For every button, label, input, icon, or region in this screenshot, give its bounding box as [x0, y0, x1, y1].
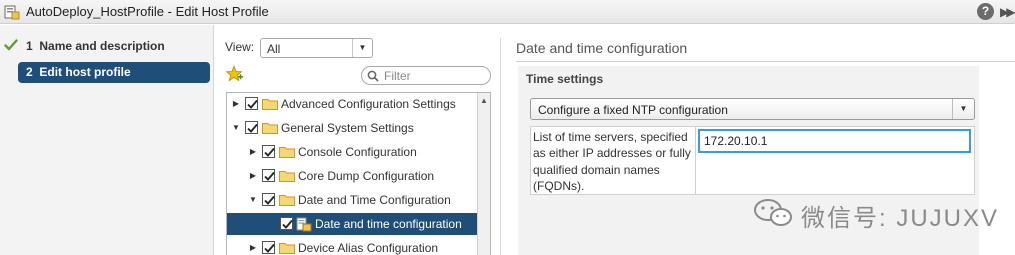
checkmark-icon: [264, 195, 275, 205]
tree-item-label: Date and time configuration: [315, 217, 462, 231]
collapse-arrow-icon[interactable]: ▼: [248, 195, 258, 205]
tree-item-device-alias-configuration[interactable]: ▶ Device Alias Configuration: [227, 237, 477, 255]
panel-divider[interactable]: [500, 38, 501, 255]
tree-item-label: Advanced Configuration Settings: [281, 97, 456, 111]
tree-item-checkbox[interactable]: [280, 217, 293, 230]
title-bar: AutoDeploy_HostProfile - Edit Host Profi…: [0, 0, 1015, 24]
tree-scrollbar[interactable]: ▲: [477, 93, 490, 255]
step-label: 1 Name and description: [26, 39, 165, 53]
tree-item-label: Core Dump Configuration: [298, 169, 435, 183]
chevron-down-icon: ▼: [352, 39, 372, 57]
watermark: 微信号: JUJUXV: [753, 196, 1015, 232]
folder-icon: [262, 99, 278, 110]
tree-item-checkbox[interactable]: [245, 121, 258, 134]
time-servers-label: List of time servers, specified as eithe…: [533, 130, 691, 193]
checkmark-icon: [4, 39, 18, 51]
ntp-mode-dropdown[interactable]: Configure a fixed NTP configuration ▼: [530, 98, 975, 120]
view-dropdown-value: All: [267, 42, 281, 56]
tree-item-label: Date and Time Configuration: [298, 193, 451, 207]
tree-item-label: Console Configuration: [298, 145, 417, 159]
folder-open-icon: [279, 195, 295, 206]
view-dropdown[interactable]: All ▼: [260, 38, 373, 58]
expand-arrow-icon[interactable]: ▶: [248, 243, 258, 253]
tree-item-checkbox[interactable]: [262, 169, 275, 182]
checkmark-icon: [264, 171, 275, 181]
watermark-text: 微信号: JUJUXV: [801, 205, 1000, 232]
tree-item-label: General System Settings: [281, 121, 414, 135]
folder-icon: [279, 171, 295, 182]
ntp-mode-value: Configure a fixed NTP configuration: [538, 103, 728, 117]
tree-item-checkbox[interactable]: [262, 193, 275, 206]
host-profile-icon: [4, 5, 20, 20]
checkmark-icon: [264, 147, 275, 157]
tree-item-date-and-time-configuration-group[interactable]: ▼ Date and Time Configuration: [227, 189, 477, 211]
profile-tree: ▶ Advanced Configuration Settings ▼ Gene…: [226, 92, 491, 255]
group-title: Time settings: [526, 72, 604, 86]
filter-box[interactable]: [361, 66, 491, 85]
checkmark-icon: [264, 243, 275, 253]
folder-icon: [279, 147, 295, 158]
time-servers-label-cell: List of time servers, specified as eithe…: [530, 126, 696, 195]
help-icon[interactable]: ?: [977, 3, 994, 20]
expand-arrow-icon[interactable]: ▶: [231, 99, 241, 109]
folder-icon: [279, 243, 295, 254]
tree-item-console-configuration[interactable]: ▶ Console Configuration: [227, 141, 477, 163]
time-servers-input[interactable]: [698, 129, 971, 153]
scroll-up-arrow-icon[interactable]: ▲: [480, 96, 488, 105]
chevron-down-icon: ▼: [952, 99, 974, 119]
window-title: AutoDeploy_HostProfile - Edit Host Profi…: [26, 4, 269, 19]
wizard-steps: 1 Name and description 2 Edit host profi…: [0, 25, 214, 255]
tree-item-checkbox[interactable]: [245, 97, 258, 110]
tree-item-checkbox[interactable]: [262, 145, 275, 158]
tree-item-advanced-configuration-settings[interactable]: ▶ Advanced Configuration Settings: [227, 93, 477, 115]
collapse-arrow-icon[interactable]: ▼: [231, 123, 241, 133]
favorite-star-icon[interactable]: [226, 65, 244, 83]
tree-item-checkbox[interactable]: [262, 241, 275, 254]
tree-item-core-dump-configuration[interactable]: ▶ Core Dump Configuration: [227, 165, 477, 187]
checkmark-icon: [247, 123, 258, 133]
step-edit-host-profile[interactable]: 2 Edit host profile: [18, 62, 210, 83]
expand-arrow-icon[interactable]: ▶: [248, 171, 258, 181]
filter-input[interactable]: [384, 68, 484, 83]
expand-icon[interactable]: ▶▶: [1000, 5, 1015, 19]
tree-item-general-system-settings[interactable]: ▼ General System Settings: [227, 117, 477, 139]
step-name-and-description[interactable]: 1 Name and description: [0, 37, 214, 57]
step-label: 2 Edit host profile: [26, 65, 131, 79]
section-divider: [516, 61, 1015, 62]
tree-item-date-and-time-configuration[interactable]: Date and time configuration: [227, 213, 477, 235]
folder-open-icon: [262, 123, 278, 134]
view-label: View:: [225, 40, 255, 54]
checkmark-icon: [282, 219, 293, 229]
expand-arrow-icon[interactable]: ▶: [248, 147, 258, 157]
wechat-icon: [754, 199, 792, 226]
tree-item-label: Device Alias Configuration: [298, 241, 439, 255]
section-title: Date and time configuration: [516, 40, 688, 56]
search-icon: [367, 70, 379, 82]
checkmark-icon: [247, 99, 258, 109]
policy-document-icon: [296, 217, 312, 232]
profile-tree-panel: View: All ▼ ▶ Advanced Configuration Set…: [215, 25, 499, 255]
